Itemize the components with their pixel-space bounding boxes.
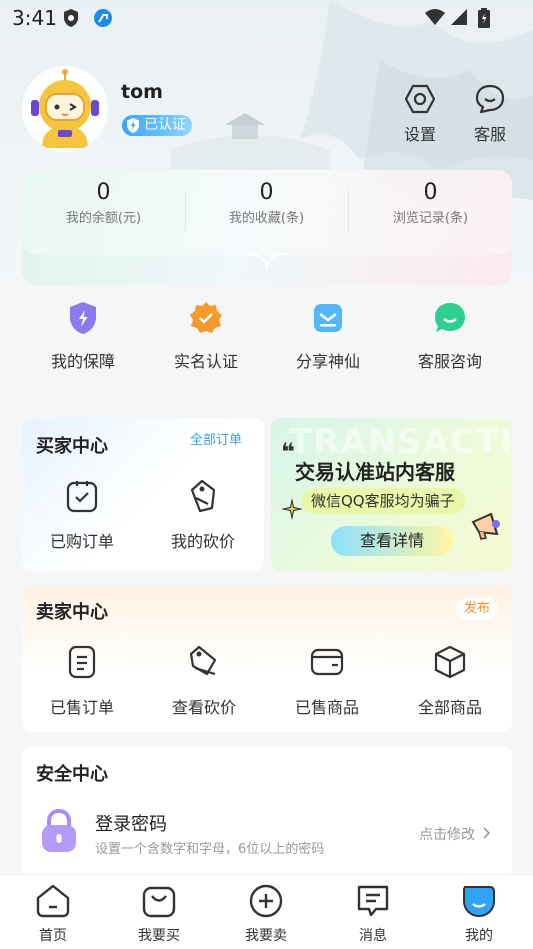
banner-subtitle: 微信QQ客服均为骗子 [301,488,465,514]
stat-history-value: 0 [423,180,438,205]
stat-history[interactable]: 0 浏览记录(条) [349,180,512,226]
settings-button[interactable]: 设置 [395,84,445,145]
quick-customer-consult-label: 客服咨询 [417,352,482,371]
plus-circle-icon [247,884,285,923]
stat-favorites[interactable]: 0 我的收藏(条) [185,180,348,226]
stat-history-label: 浏览记录(条) [392,211,469,226]
seller-center-title: 卖家中心 [34,598,114,624]
verified-label: 已认证 [144,117,186,133]
login-password-title: 登录密码 [95,814,167,835]
login-password-action-label: 点击修改 [419,827,475,843]
status-bar: 3:41 [0,0,533,36]
shield-status-icon [62,8,80,32]
anti-fraud-banner[interactable]: TRANSACTIO ❝ 交易认准站内客服 微信QQ客服均为骗子 查看详情 [271,418,512,571]
tab-home-label: 首页 [39,928,67,944]
seller-sold-goods-label: 已售商品 [294,698,359,717]
seller-sold-orders[interactable]: 已售订单 [22,644,142,718]
buyer-center-card: 买家中心 全部订单 已购订单 我的砍价 [22,418,264,571]
seller-all-goods-label: 全部商品 [417,698,482,717]
stats-notch [247,253,287,271]
seller-sold-goods[interactable]: 已售商品 [267,644,387,718]
banner-detail-button[interactable]: 查看详情 [331,526,453,556]
share-icon [310,304,346,340]
megaphone-icon [467,506,505,548]
quick-real-name-label: 实名认证 [173,352,238,371]
buyer-center-title: 买家中心 [34,432,114,458]
buyer-my-bargains[interactable]: 我的砍价 [143,478,263,552]
login-password-action[interactable]: 点击修改 [419,824,491,844]
stats-card: 0 我的余额(元) 0 我的收藏(条) 0 浏览记录(条) [22,170,512,285]
battery-icon [478,8,490,32]
box-icon [432,645,468,684]
all-orders-button[interactable]: 全部订单 [182,430,251,452]
stat-balance-value: 0 [96,180,111,205]
security-center-title: 安全中心 [34,760,114,786]
seller-view-bargains[interactable]: 查看砍价 [144,644,264,718]
tab-messages[interactable]: 消息 [333,883,413,945]
seller-sold-orders-label: 已售订单 [49,698,114,717]
price-tag-icon [187,645,221,684]
bottom-tab-bar: 首页 我要买 我要卖 消息 我的 [0,874,533,949]
status-time: 3:41 [12,6,57,30]
login-password-row[interactable]: 登录密码 设置一个含数字和字母，6位以上的密码 点击修改 [22,800,512,860]
lock-icon [38,808,80,858]
shopping-bag-icon [140,886,178,923]
quick-real-name[interactable]: 实名认证 [146,300,266,372]
order-icon [65,481,99,518]
profile-icon [460,886,498,923]
shield-icon [65,302,101,340]
wallet-icon [309,648,345,684]
username: tom [121,81,163,103]
settings-icon [404,84,436,118]
stat-balance-label: 我的余额(元) [65,211,142,226]
buyer-purchased-orders[interactable]: 已购订单 [22,478,142,552]
price-tag-icon [186,479,220,518]
quick-my-guarantee-label: 我的保障 [50,352,115,371]
sparkle-icon [279,496,305,526]
tab-sell-label: 我要卖 [245,928,287,944]
receipt-icon [65,645,99,684]
customer-service-button[interactable]: 客服 [465,84,515,145]
quick-share-label: 分享神仙 [295,352,360,371]
seller-all-goods[interactable]: 全部商品 [390,644,510,718]
signal-icon [450,8,468,30]
avatar[interactable] [22,66,108,152]
verified-badge-icon [188,302,224,340]
tab-messages-label: 消息 [359,928,387,944]
tab-sell[interactable]: 我要卖 [226,883,306,945]
chat-icon [432,303,468,340]
verified-badge: 已认证 [122,115,192,136]
wifi-icon [424,8,446,30]
astronaut-avatar-icon [22,66,108,152]
tab-mine-label: 我的 [465,928,493,944]
banner-title: 交易认准站内客服 [295,460,455,484]
customer-service-icon [475,84,505,118]
tab-buy-label: 我要买 [138,928,180,944]
stat-balance[interactable]: 0 我的余额(元) [22,180,185,226]
stat-favorites-value: 0 [259,180,274,205]
quick-my-guarantee[interactable]: 我的保障 [23,300,143,372]
customer-service-label: 客服 [473,125,506,144]
quote-icon: ❝ [281,438,296,466]
app-notification-icon [93,8,113,32]
tab-buy[interactable]: 我要买 [119,883,199,945]
chevron-right-icon [483,827,491,843]
buyer-purchased-orders-label: 已购订单 [49,532,114,551]
tab-home[interactable]: 首页 [13,883,93,945]
settings-label: 设置 [403,125,436,144]
login-password-desc: 设置一个含数字和字母，6位以上的密码 [95,842,325,857]
buyer-my-bargains-label: 我的砍价 [170,532,235,551]
verified-shield-icon [125,117,141,141]
home-icon [34,884,72,923]
tab-mine[interactable]: 我的 [439,883,519,945]
seller-center-card: 卖家中心 发布 已售订单 查看砍价 已售商品 全部商品 [22,586,512,732]
quick-customer-consult[interactable]: 客服咨询 [390,300,510,372]
security-center-card: 安全中心 登录密码 设置一个含数字和字母，6位以上的密码 点击修改 [22,746,512,874]
quick-share[interactable]: 分享神仙 [268,300,388,372]
message-icon [354,885,392,923]
publish-button[interactable]: 发布 [456,598,499,620]
seller-view-bargains-label: 查看砍价 [171,698,236,717]
stat-favorites-label: 我的收藏(条) [228,211,305,226]
